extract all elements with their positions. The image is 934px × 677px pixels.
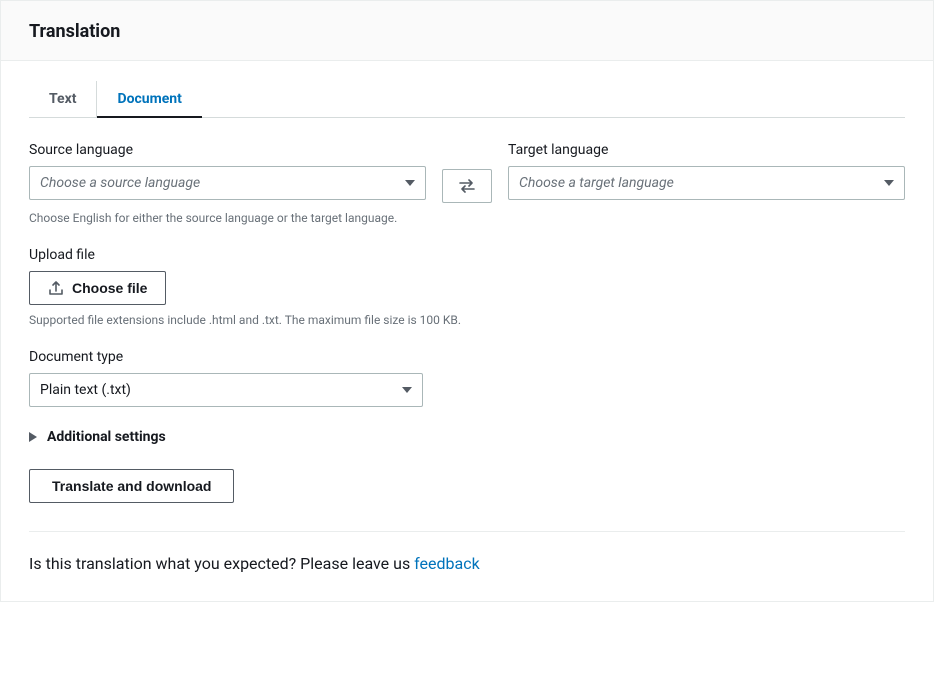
caret-down-icon: [405, 180, 415, 186]
additional-settings-label: Additional settings: [47, 429, 166, 445]
tab-text[interactable]: Text: [29, 81, 97, 117]
document-type-section: Document type Plain text (.txt): [29, 349, 905, 407]
target-language-col: Target language Choose a target language: [508, 142, 905, 200]
panel-header: Translation: [1, 1, 933, 61]
translate-download-label: Translate and download: [52, 478, 211, 494]
source-language-helper: Choose English for either the source lan…: [29, 211, 905, 225]
upload-helper: Supported file extensions include .html …: [29, 313, 905, 327]
feedback-link[interactable]: feedback: [414, 554, 480, 573]
panel-content: Text Document Source language Choose a s…: [1, 61, 933, 601]
swap-icon: [459, 179, 475, 193]
upload-icon: [48, 280, 64, 296]
document-type-value: Plain text (.txt): [40, 382, 131, 398]
target-language-select[interactable]: Choose a target language: [508, 166, 905, 200]
document-type-label: Document type: [29, 349, 905, 365]
swap-languages-button[interactable]: [442, 169, 492, 203]
tab-document[interactable]: Document: [97, 81, 201, 117]
additional-settings-toggle[interactable]: Additional settings: [29, 429, 905, 445]
tabs: Text Document: [29, 81, 905, 118]
page-title: Translation: [29, 21, 905, 42]
divider: [29, 531, 905, 532]
choose-file-button[interactable]: Choose file: [29, 271, 166, 305]
translation-panel: Translation Text Document Source languag…: [0, 0, 934, 602]
document-type-select[interactable]: Plain text (.txt): [29, 373, 423, 407]
choose-file-label: Choose file: [72, 280, 147, 296]
target-language-placeholder: Choose a target language: [519, 175, 674, 191]
feedback-prefix: Is this translation what you expected? P…: [29, 554, 414, 573]
source-language-select[interactable]: Choose a source language: [29, 166, 426, 200]
tab-document-label: Document: [117, 91, 181, 107]
source-language-label: Source language: [29, 142, 426, 158]
caret-down-icon: [884, 180, 894, 186]
caret-right-icon: [29, 432, 37, 442]
caret-down-icon: [402, 387, 412, 393]
upload-file-label: Upload file: [29, 247, 905, 263]
language-row: Source language Choose a source language: [29, 142, 905, 203]
source-language-placeholder: Choose a source language: [40, 175, 200, 191]
translate-download-button[interactable]: Translate and download: [29, 469, 234, 503]
source-language-col: Source language Choose a source language: [29, 142, 426, 200]
tab-text-label: Text: [49, 91, 76, 107]
feedback-row: Is this translation what you expected? P…: [29, 554, 905, 573]
target-language-label: Target language: [508, 142, 905, 158]
upload-section: Upload file Choose file Supported file e…: [29, 247, 905, 327]
